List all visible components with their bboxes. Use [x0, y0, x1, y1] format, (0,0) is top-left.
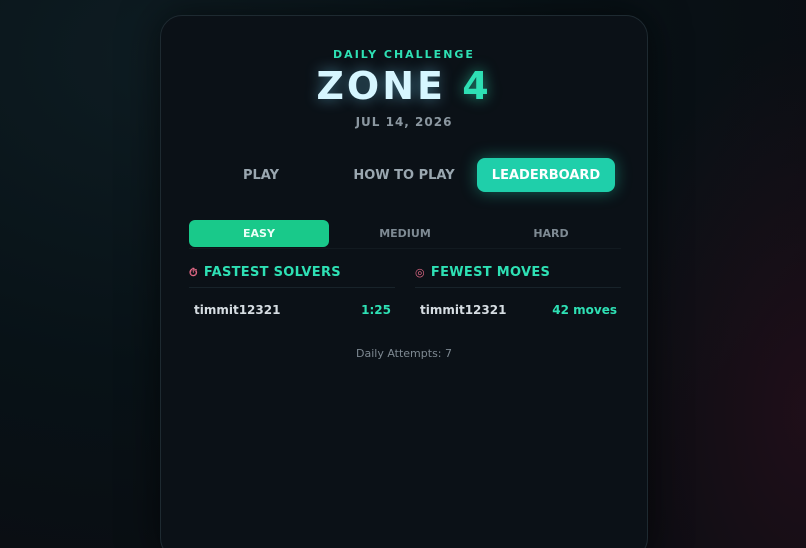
fastest-solvers-panel: ⏱ FASTEST SOLVERS timmit12321 1:25 — [189, 265, 395, 317]
zone-number: 4 — [462, 64, 492, 108]
fastest-solvers-title: FASTEST SOLVERS — [203, 265, 341, 280]
player-name: timmit12321 — [194, 303, 281, 317]
main-tabs: PLAY HOW TO PLAY LEADERBOARD — [191, 157, 619, 193]
stopwatch-icon: ⏱ — [189, 265, 198, 279]
solve-time: 1:25 — [361, 303, 391, 317]
leaderboard-row: timmit12321 1:25 — [189, 303, 395, 317]
zone-word: ZONE — [316, 64, 446, 108]
zone-title: ZONE 4 — [161, 64, 647, 108]
difficulty-medium-button[interactable]: MEDIUM — [335, 220, 475, 247]
difficulty-selector: EASY MEDIUM HARD — [189, 219, 621, 249]
daily-attempts: Daily Attempts: 7 — [356, 347, 452, 360]
challenge-date: JUL 14, 2026 — [355, 115, 453, 129]
tab-how-to-play[interactable]: HOW TO PLAY — [331, 158, 477, 192]
fastest-solvers-header: ⏱ FASTEST SOLVERS — [189, 265, 395, 288]
difficulty-hard-button[interactable]: HARD — [481, 220, 621, 247]
target-icon: ◎ — [415, 266, 425, 279]
tab-leaderboard[interactable]: LEADERBOARD — [477, 158, 615, 192]
fewest-moves-title: FEWEST MOVES — [430, 265, 551, 280]
fewest-moves-header: ◎ FEWEST MOVES — [415, 265, 621, 288]
challenge-card: DAILY CHALLENGE ZONE 4 JUL 14, 2026 PLAY… — [160, 15, 648, 548]
difficulty-easy-button[interactable]: EASY — [189, 220, 329, 247]
daily-challenge-label: DAILY CHALLENGE — [333, 48, 475, 61]
fewest-moves-panel: ◎ FEWEST MOVES timmit12321 42 moves — [415, 265, 621, 317]
tab-play[interactable]: PLAY — [191, 158, 331, 192]
player-name: timmit12321 — [420, 303, 507, 317]
move-count: 42 moves — [552, 303, 617, 317]
leaderboard-row: timmit12321 42 moves — [415, 303, 621, 317]
